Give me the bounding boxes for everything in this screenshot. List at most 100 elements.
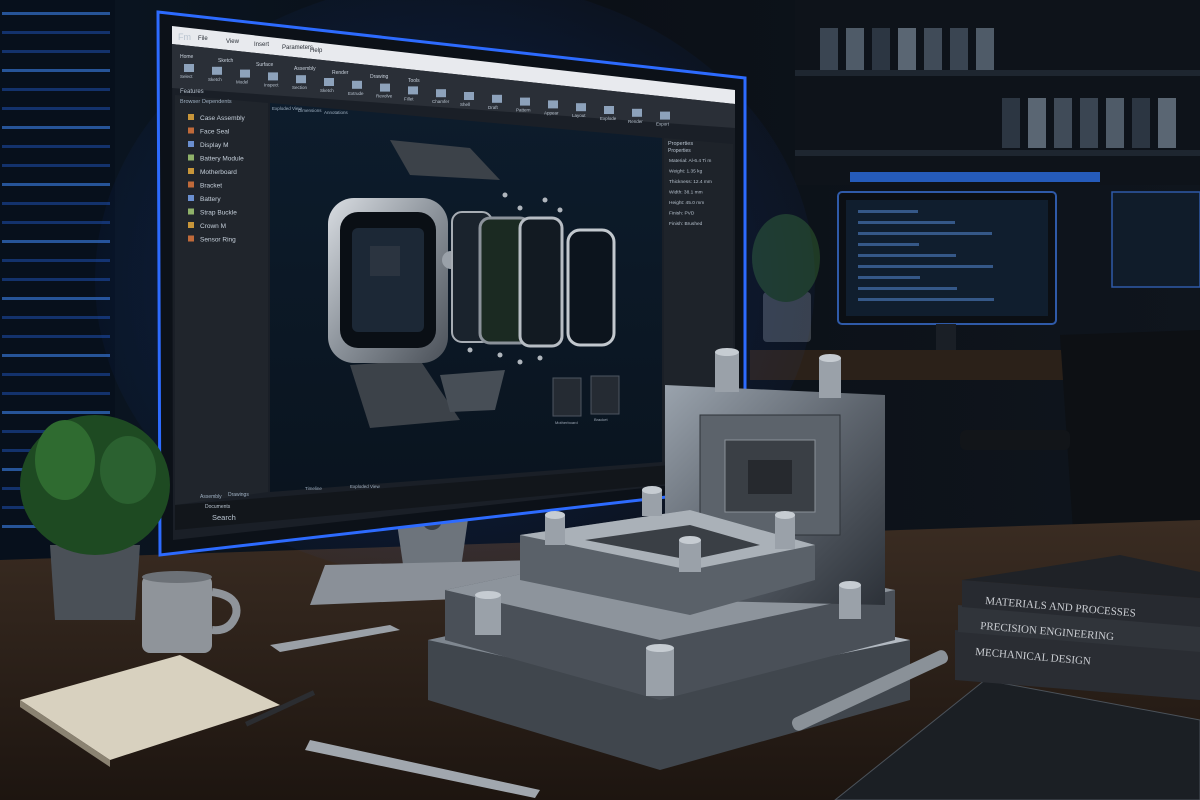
ribbon-tool[interactable]: Section (292, 85, 308, 90)
menu-item[interactable]: Help (310, 48, 323, 54)
browser-item[interactable]: Motherboard (200, 169, 237, 176)
browser-tab[interactable]: Browser (180, 99, 200, 105)
ribbon-tool[interactable]: Inspect (264, 82, 279, 87)
code-line (858, 265, 993, 268)
properties-subheader: Properties (668, 148, 691, 154)
tool-icon[interactable] (576, 103, 586, 112)
ribbon-tool[interactable]: Appear (544, 110, 559, 115)
browser-tab[interactable]: Dependents (202, 99, 232, 105)
ribbon-tool[interactable]: Select (180, 74, 193, 79)
tool-icon[interactable] (464, 92, 474, 100)
tool-icon[interactable] (520, 97, 530, 106)
status-item[interactable]: Timeline (305, 486, 322, 491)
feature-icon (188, 222, 194, 228)
shelf-book (1002, 98, 1020, 148)
ribbon-tab[interactable]: Assembly (294, 66, 316, 72)
thumbnail-label: Bracket (594, 417, 608, 422)
shelf-book (1106, 98, 1124, 148)
browser-item[interactable]: Display M (200, 142, 229, 149)
rack-light (2, 297, 110, 300)
screw (557, 207, 563, 213)
browser-item[interactable]: Bracket (200, 183, 222, 190)
ribbon-tool[interactable]: Draft (488, 105, 499, 110)
tool-icon[interactable] (660, 111, 670, 120)
feature-icon (188, 154, 194, 161)
ribbon-tool[interactable]: Shell (460, 102, 470, 107)
property-row: Weight: 1.35 kg (669, 169, 703, 175)
tool-icon[interactable] (324, 78, 334, 86)
rack-light (2, 354, 110, 357)
tool-icon[interactable] (240, 69, 250, 78)
shelf-book (1028, 98, 1046, 148)
thumbnail-label: Motherboard (555, 420, 578, 425)
shelf-book (976, 28, 994, 70)
rack-light (2, 12, 110, 15)
ribbon-tab[interactable]: Render (332, 70, 349, 76)
tool-icon[interactable] (548, 100, 558, 109)
menu-item[interactable]: Insert (254, 42, 269, 48)
shelf-book (950, 28, 968, 70)
ribbon-tab[interactable]: Drawing (370, 74, 389, 80)
status-item[interactable]: Exploded View (350, 484, 380, 489)
rack-light (2, 145, 110, 148)
feature-icon (188, 181, 194, 188)
ribbon-tool[interactable]: Sketch (320, 88, 334, 93)
rack-light (2, 411, 110, 414)
browser-item[interactable]: Crown M (200, 223, 226, 230)
tool-icon[interactable] (268, 72, 278, 81)
viewport-tab[interactable]: Annotations (324, 110, 349, 115)
browser-item[interactable]: Battery (200, 196, 221, 203)
ribbon-tab[interactable]: Sketch (218, 58, 234, 64)
tool-icon[interactable] (604, 106, 614, 114)
menu-item[interactable]: Parameters (282, 45, 313, 51)
ribbon-tool[interactable]: Model (236, 80, 248, 85)
shelf-book (1054, 98, 1072, 148)
bottom-tab[interactable]: Drawings (228, 492, 249, 498)
ribbon-tool[interactable]: Chamfer (432, 99, 450, 104)
ribbon-tool[interactable]: Explode (600, 116, 617, 121)
ribbon-tab[interactable]: Tools (408, 78, 420, 84)
ribbon-tool[interactable]: Export (656, 122, 670, 127)
tool-icon[interactable] (408, 86, 418, 95)
ribbon-tool[interactable]: Fillet (404, 96, 414, 101)
browser-item[interactable]: Sensor Ring (200, 237, 236, 244)
rack-light (2, 392, 110, 395)
rack-light (2, 278, 110, 281)
feature-icon (188, 114, 194, 120)
ribbon-tool[interactable]: Revolve (376, 94, 393, 99)
ribbon-tool[interactable]: Sketch (208, 77, 222, 82)
ribbon-tool[interactable]: Render (628, 119, 643, 124)
ribbon-tab[interactable]: Home (180, 54, 194, 60)
ribbon-tab[interactable]: Surface (256, 62, 273, 68)
search-label[interactable]: Search (212, 513, 236, 522)
ribbon-tool[interactable]: Pattern (516, 108, 531, 113)
guide-pillar (715, 352, 739, 392)
property-row: Height: 45.0 mm (669, 200, 704, 206)
tool-icon[interactable] (184, 64, 194, 72)
menu-item[interactable]: File (198, 36, 208, 42)
viewport-tab[interactable]: Dimensions (298, 108, 322, 113)
pillar-top (646, 644, 674, 652)
tool-icon[interactable] (296, 75, 306, 84)
ribbon-tool[interactable]: Layout (572, 113, 586, 118)
tool-icon[interactable] (212, 66, 222, 75)
browser-item[interactable]: Battery Module (200, 156, 244, 163)
menu-item[interactable]: View (226, 39, 240, 45)
code-line (858, 298, 994, 301)
feature-icon (188, 168, 194, 174)
bottom-tab[interactable]: Assembly (200, 494, 222, 500)
ribbon-tool[interactable]: Extrude (348, 91, 364, 96)
browser-item[interactable]: Face Seal (200, 129, 230, 136)
rack-light (2, 107, 110, 110)
pillar-top (475, 591, 501, 599)
shelf-book (872, 28, 890, 70)
browser-item[interactable]: Case Assembly (200, 115, 246, 122)
tool-icon[interactable] (492, 94, 502, 103)
tool-icon[interactable] (380, 83, 390, 92)
tool-icon[interactable] (632, 108, 642, 117)
browser-item[interactable]: Strap Buckle (200, 210, 237, 217)
tool-icon[interactable] (436, 89, 446, 98)
pillar-top (839, 581, 861, 589)
tool-icon[interactable] (352, 80, 362, 89)
rack-light (2, 69, 110, 72)
